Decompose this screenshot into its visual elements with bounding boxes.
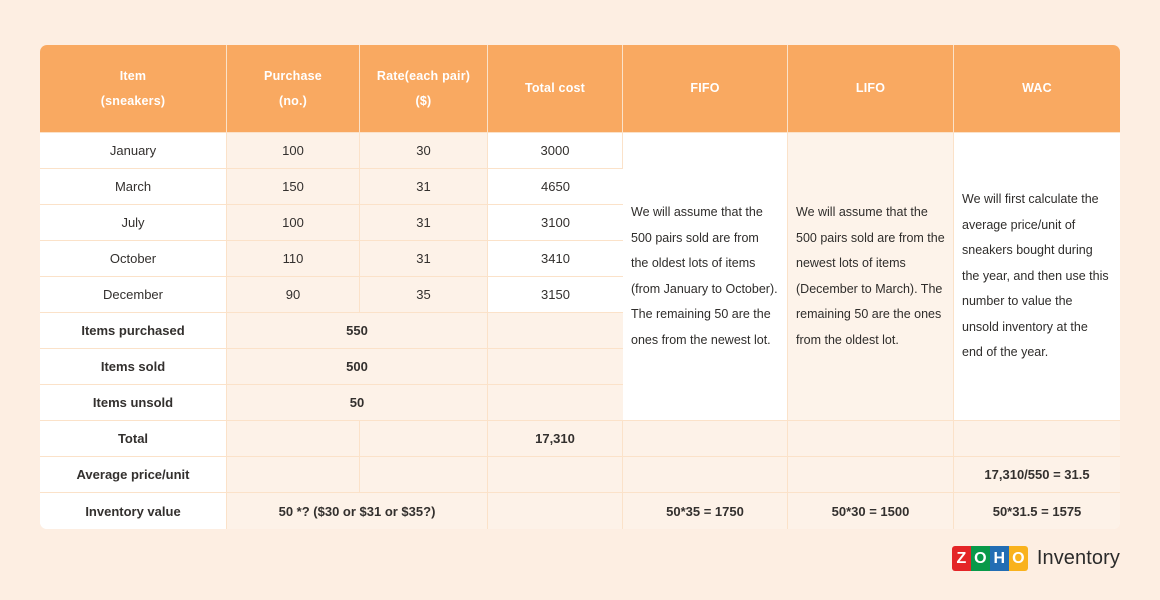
cell-row-label: Total <box>40 421 227 457</box>
header-total-cost: Total cost <box>488 45 623 133</box>
header-rate-line2: ($) <box>415 93 432 108</box>
cell-row-label: Average price/unit <box>40 457 227 493</box>
header-purchase: Purchase (no.) <box>227 45 360 133</box>
cell-total-cost: 3000 <box>488 133 623 169</box>
header-wac: WAC <box>954 45 1120 133</box>
cell-purchase: 90 <box>227 277 360 313</box>
cell-purchase: 110 <box>227 241 360 277</box>
zoho-letter-o-second: O <box>1008 546 1028 571</box>
table-row: Inventory value 50 *? ($30 or $31 or $35… <box>40 493 1120 529</box>
header-lifo-label: LIFO <box>855 81 886 96</box>
header-row: Item (sneakers) Purchase (no.) Rate(each… <box>40 45 1120 133</box>
table-row: January 100 30 3000 We will assume that … <box>40 133 1120 421</box>
inventory-valuation-table: Item (sneakers) Purchase (no.) Rate(each… <box>40 45 1120 529</box>
header-item: Item (sneakers) <box>40 45 227 133</box>
cell-rate: 35 <box>360 277 488 313</box>
cell-inventory-value-lifo: 50*30 = 1500 <box>788 493 954 529</box>
cell-lifo-note: We will assume that the 500 pairs sold a… <box>788 133 954 421</box>
page-root: Item (sneakers) Purchase (no.) Rate(each… <box>0 0 1160 600</box>
cell-empty <box>360 457 488 493</box>
cell-wac-note: We will first calculate the average pric… <box>954 133 1120 421</box>
cell-fifo-note: We will assume that the 500 pairs sold a… <box>623 133 788 421</box>
cell-inventory-value-fifo: 50*35 = 1750 <box>623 493 788 529</box>
cell-item-month: July <box>40 205 227 241</box>
header-wac-label: WAC <box>1022 81 1052 96</box>
cell-rate: 31 <box>360 241 488 277</box>
header-fifo: FIFO <box>623 45 788 133</box>
table-header: Item (sneakers) Purchase (no.) Rate(each… <box>40 45 1120 133</box>
header-rate: Rate(each pair) ($) <box>360 45 488 133</box>
cell-row-label: Inventory value <box>40 493 227 529</box>
header-rate-line1: Rate(each pair) <box>376 69 471 84</box>
cell-rate: 30 <box>360 133 488 169</box>
table-row: Average price/unit 17,310/550 = 31.5 <box>40 457 1120 493</box>
cell-empty <box>623 457 788 493</box>
cell-empty <box>488 457 623 493</box>
cell-item-month: October <box>40 241 227 277</box>
cell-rate: 31 <box>360 205 488 241</box>
cell-items-purchased-value: 550 <box>227 313 488 349</box>
header-total-cost-label: Total cost <box>524 81 586 96</box>
table-body: January 100 30 3000 We will assume that … <box>40 133 1120 529</box>
zoho-letter-z: Z <box>951 546 971 571</box>
cell-row-label: Items sold <box>40 349 227 385</box>
zoho-inventory-logo: Z O H O Inventory <box>951 546 1120 571</box>
cell-total-value: 17,310 <box>488 421 623 457</box>
header-purchase-line2: (no.) <box>278 93 308 108</box>
cell-rate: 31 <box>360 169 488 205</box>
cell-empty <box>227 421 360 457</box>
cell-item-month: December <box>40 277 227 313</box>
header-lifo: LIFO <box>788 45 954 133</box>
cell-empty <box>788 457 954 493</box>
cell-row-label: Items unsold <box>40 385 227 421</box>
cell-average-price-wac: 17,310/550 = 31.5 <box>954 457 1120 493</box>
cell-total-cost: 3100 <box>488 205 623 241</box>
cell-items-sold-value: 500 <box>227 349 488 385</box>
product-name: Inventory <box>1036 547 1120 569</box>
cell-purchase: 150 <box>227 169 360 205</box>
cell-row-label: Items purchased <box>40 313 227 349</box>
cell-total-cost: 4650 <box>488 169 623 205</box>
cell-empty <box>227 457 360 493</box>
header-fifo-label: FIFO <box>690 81 720 96</box>
cell-inventory-value-question: 50 *? ($30 or $31 or $35?) <box>227 493 488 529</box>
cell-empty <box>360 421 488 457</box>
cell-empty <box>488 349 623 385</box>
cell-items-unsold-value: 50 <box>227 385 488 421</box>
zoho-letter-h: H <box>989 546 1009 571</box>
cell-empty <box>488 313 623 349</box>
cell-total-cost: 3410 <box>488 241 623 277</box>
header-purchase-line1: Purchase <box>264 69 322 84</box>
cell-total-cost: 3150 <box>488 277 623 313</box>
inventory-valuation-table-wrapper: Item (sneakers) Purchase (no.) Rate(each… <box>40 45 1120 529</box>
zoho-letter-o-first: O <box>970 546 990 571</box>
cell-empty <box>623 421 788 457</box>
cell-item-month: March <box>40 169 227 205</box>
cell-empty <box>488 493 623 529</box>
zoho-wordmark-icon: Z O H O <box>951 546 1028 571</box>
cell-purchase: 100 <box>227 205 360 241</box>
cell-item-month: January <box>40 133 227 169</box>
header-item-line2: (sneakers) <box>100 93 166 108</box>
cell-empty <box>788 421 954 457</box>
header-item-line1: Item <box>119 69 147 84</box>
cell-inventory-value-wac: 50*31.5 = 1575 <box>954 493 1120 529</box>
cell-empty <box>954 421 1120 457</box>
cell-empty <box>488 385 623 421</box>
cell-purchase: 100 <box>227 133 360 169</box>
table-row: Total 17,310 <box>40 421 1120 457</box>
